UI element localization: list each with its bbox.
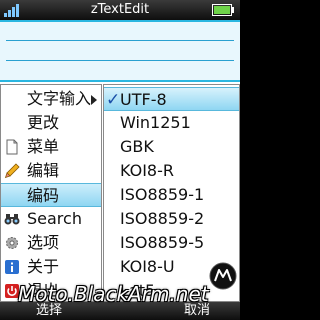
menu-item-label: 菜单 [27, 137, 60, 156]
submenu-arrow-icon [91, 95, 97, 105]
menu-item-label: 编辑 [27, 161, 60, 180]
phone-screen: zTextEdit 文字输入 更改 菜单 编辑 编码 Search 选项 关于 … [0, 0, 240, 320]
binoculars-icon [4, 214, 20, 225]
menu-item-label: 选项 [27, 233, 60, 252]
gear-icon [6, 237, 18, 249]
editor-line [6, 60, 234, 61]
encoding-item-label: Win1251 [120, 113, 191, 132]
app-title: zTextEdit [90, 2, 150, 17]
menu-item-label: 关于 [27, 257, 60, 276]
menu-item-search[interactable]: Search [1, 207, 101, 231]
menu-item-label: Search [27, 209, 82, 228]
battery-icon [212, 4, 234, 16]
motorola-logo-icon [209, 262, 237, 290]
encoding-item-label: GBK [120, 137, 154, 156]
encoding-item-label: KOI8-U [120, 257, 175, 276]
pencil-icon [4, 163, 20, 179]
status-bar: zTextEdit [0, 0, 240, 20]
menu-item-label: 更改 [27, 113, 60, 132]
encoding-item-win1251[interactable]: Win1251 [104, 111, 239, 135]
menu-item-label: 编码 [27, 186, 60, 205]
menu-item-encoding[interactable]: 编码 [1, 183, 101, 207]
encoding-item-label: ISO8859-2 [120, 209, 205, 228]
encoding-item-iso8859-1[interactable]: ISO8859-1 [104, 183, 239, 207]
encoding-item-koi8-r[interactable]: KOI8-R [104, 159, 239, 183]
watermark: Moto.BlackArm.net [18, 282, 209, 306]
menu-item-options[interactable]: 选项 [1, 231, 101, 255]
menu-item-menu[interactable]: 菜单 [1, 135, 101, 159]
info-icon [5, 260, 19, 274]
encoding-item-label: KOI8-R [120, 161, 174, 180]
menu-item-edit[interactable]: 编辑 [1, 159, 101, 183]
editor-line [6, 40, 234, 41]
text-editor-area[interactable] [0, 20, 240, 82]
menu-item-text-input[interactable]: 文字输入 [1, 87, 101, 111]
encoding-item-iso8859-5[interactable]: ISO8859-5 [104, 231, 239, 255]
menu-item-label: 文字输入 [27, 89, 92, 108]
encoding-item-label: UTF-8 [120, 90, 167, 109]
document-icon [6, 139, 18, 155]
main-menu: 文字输入 更改 菜单 编辑 编码 Search 选项 关于 退出 [0, 84, 102, 302]
encoding-item-gbk[interactable]: GBK [104, 135, 239, 159]
encoding-item-label: ISO8859-1 [120, 185, 205, 204]
encoding-item-utf-8[interactable]: ✓ UTF-8 [104, 87, 239, 111]
encoding-item-label: ISO8859-5 [120, 233, 205, 252]
encoding-item-iso8859-2[interactable]: ISO8859-2 [104, 207, 239, 231]
checkmark-icon: ✓ [106, 90, 121, 110]
menu-item-change[interactable]: 更改 [1, 111, 101, 135]
menu-item-about[interactable]: 关于 [1, 255, 101, 279]
